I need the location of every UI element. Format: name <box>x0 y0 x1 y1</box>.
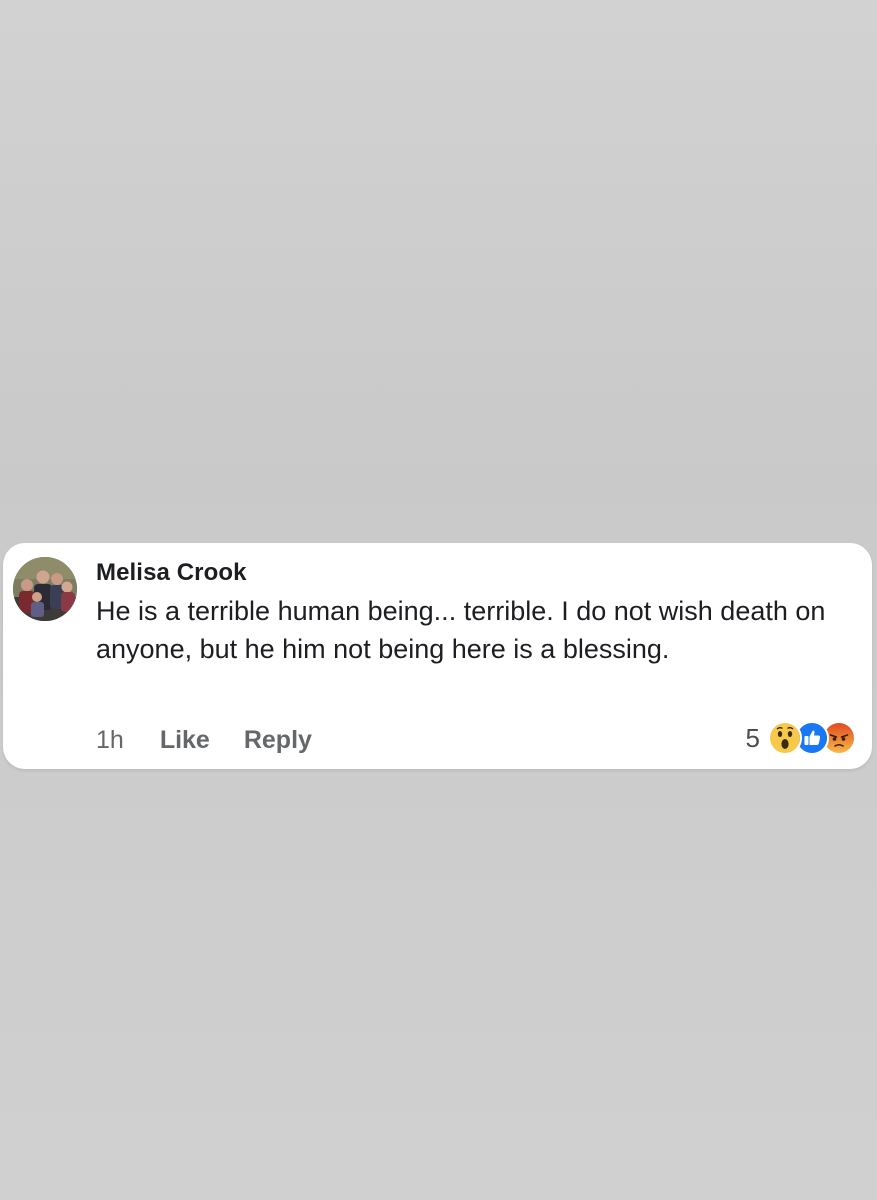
reaction-count: 5 <box>745 722 760 753</box>
like-button[interactable]: Like <box>160 726 210 755</box>
comment-text: He is a terrible human being... terrible… <box>96 596 826 664</box>
comment-author[interactable]: Melisa Crook <box>96 559 247 587</box>
comment-actions: 1h Like Reply <box>96 726 312 755</box>
comment-timestamp[interactable]: 1h <box>96 726 124 755</box>
reply-button[interactable]: Reply <box>244 726 312 755</box>
comment-card: Melisa Crook He is a terrible human bein… <box>3 543 872 769</box>
avatar-photo <box>13 557 77 621</box>
reactions-summary[interactable]: 5 <box>746 721 856 755</box>
screenshot-background: { "comment": { "author": "Melisa Crook",… <box>0 0 877 1200</box>
avatar[interactable] <box>13 557 77 621</box>
reaction-icons <box>768 721 856 755</box>
wow-icon <box>768 721 802 755</box>
